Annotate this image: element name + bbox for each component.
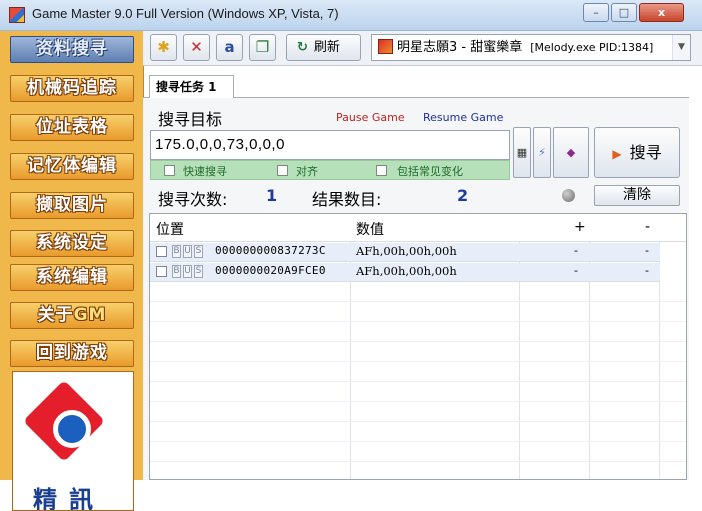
row-checkbox[interactable] [156,266,167,277]
row-separator [150,461,686,462]
row-separator [150,441,686,442]
sidebar-item-back-to-game[interactable]: 回到游戏 [10,340,134,367]
sidebar-item-system-editor[interactable]: 系统编辑 [10,264,134,291]
process-name: 明星志願3 - 甜蜜樂章 [397,40,523,55]
close-button[interactable]: x [639,3,684,22]
sidebar: 资料搜寻 机械码追踪 位址表格 记忆体编辑 撷取图片 系统设定 系统编辑 关于G… [0,31,144,511]
row-value: AFh,00h,00h,00h [356,244,457,258]
process-pid: [Melody.exe PID:1384] [530,41,654,54]
publisher-logo: 精訊 [12,371,134,511]
chevron-down-icon[interactable]: ▼ [672,35,690,60]
row-tag-icon: U [183,265,192,278]
row-checkbox[interactable] [156,246,167,257]
row-separator [150,401,686,402]
new-search-icon[interactable]: ✱ [150,34,177,61]
process-select[interactable]: 明星志願3 - 甜蜜樂章 [Melody.exe PID:1384] ▼ [371,34,691,61]
maximize-button[interactable]: □ [611,3,637,22]
clear-button[interactable]: 清除 [594,185,680,206]
minimize-button[interactable]: – [583,3,609,22]
row-address: 000000000837273C [215,244,326,257]
tab-search-task-1[interactable]: 搜寻任务 1 [149,75,234,98]
sidebar-item-screenshot[interactable]: 撷取图片 [10,192,134,219]
status-led-icon [562,189,575,202]
row-tag-icon: S [194,245,203,258]
title-bar: Game Master 9.0 Full Version (Windows XP… [0,0,702,31]
row-tag-icon: B [172,265,181,278]
delete-icon[interactable]: ✕ [183,34,210,61]
row-tag-icon: B [172,245,181,258]
results-table-header: 位置 数值 + - [150,214,686,242]
align-checkbox[interactable] [277,165,288,176]
column-header-plus[interactable]: + [574,219,586,235]
gm-logo-text: GM [73,305,107,325]
fast-search-label: 快速搜寻 [183,165,227,178]
row-tag-icon: S [194,265,203,278]
fast-search-checkbox[interactable] [164,165,175,176]
sidebar-item-code-trace[interactable]: 机械码追踪 [10,75,134,102]
window-title: Game Master 9.0 Full Version (Windows XP… [32,6,339,21]
refresh-icon: ↻ [297,40,308,55]
book-icon[interactable]: ◆ [553,127,589,178]
row-separator [150,361,686,362]
column-header-minus[interactable]: - [645,219,650,235]
filter-icon[interactable]: ▦ [513,127,531,178]
search-options-bar: 快速搜寻 对齐 包括常见变化 [150,160,510,180]
column-header-value[interactable]: 数值 [356,219,384,239]
sidebar-item-system-settings[interactable]: 系统设定 [10,230,134,257]
refresh-button[interactable]: ↻ 刷新 [286,34,361,61]
search-count-label: 搜寻次数: [158,190,228,209]
include-variations-label: 包括常见变化 [397,165,463,178]
search-target-label: 搜寻目标 [158,110,223,129]
row-separator [150,321,686,322]
app-icon [9,7,25,23]
row-separator [150,381,686,382]
row-separator [150,341,686,342]
sidebar-item-address-table[interactable]: 位址表格 [10,114,134,141]
resume-game-link[interactable]: Resume Game [423,111,503,124]
game-process-icon [378,39,393,54]
logo-circle-icon [53,410,91,448]
search-button[interactable]: ▶ 搜寻 [594,127,680,178]
pause-game-link[interactable]: Pause Game [336,111,405,124]
search-count-value: 1 [266,186,278,205]
logo-text: 精訊 [33,486,105,511]
text-icon[interactable]: a [216,34,243,61]
sidebar-item-data-search[interactable]: 资料搜寻 [10,36,134,63]
row-plus: - [574,244,578,257]
row-address: 0000000020A9FCE0 [215,264,326,277]
row-plus: - [574,264,578,277]
row-minus: - [645,264,649,277]
row-separator [150,421,686,422]
lightning-icon[interactable]: ⚡ [533,127,551,178]
result-count-value: 2 [457,186,469,205]
row-separator [150,301,686,302]
results-table: 位置 数值 + - B U S 000000000837273C AFh,00h… [149,213,687,480]
sidebar-item-memory-editor[interactable]: 记忆体编辑 [10,153,134,180]
row-value: AFh,00h,00h,00h [356,264,457,278]
refresh-label: 刷新 [313,40,340,55]
toolbar: ✱ ✕ a ❐ ↻ 刷新 明星志願3 - 甜蜜樂章 [Melody.exe PID:… [143,31,702,66]
include-variations-checkbox[interactable] [376,165,387,176]
column-header-address[interactable]: 位置 [156,219,184,239]
table-row[interactable]: B U S 0000000020A9FCE0 AFh,00h,00h,00h -… [150,263,660,282]
search-button-label: 搜寻 [629,143,662,162]
play-icon: ▶ [612,147,622,161]
row-minus: - [645,244,649,257]
row-tag-icon: U [183,245,192,258]
copy-icon[interactable]: ❐ [249,34,276,61]
table-row[interactable]: B U S 000000000837273C AFh,00h,00h,00h -… [150,243,660,262]
search-target-input[interactable]: 175.0,0,0,73,0,0,0 [150,130,510,160]
about-label: 关于 [37,305,74,325]
sidebar-item-about[interactable]: 关于GM [10,302,134,329]
align-label: 对齐 [296,165,318,178]
result-count-label: 结果数目: [312,190,382,209]
